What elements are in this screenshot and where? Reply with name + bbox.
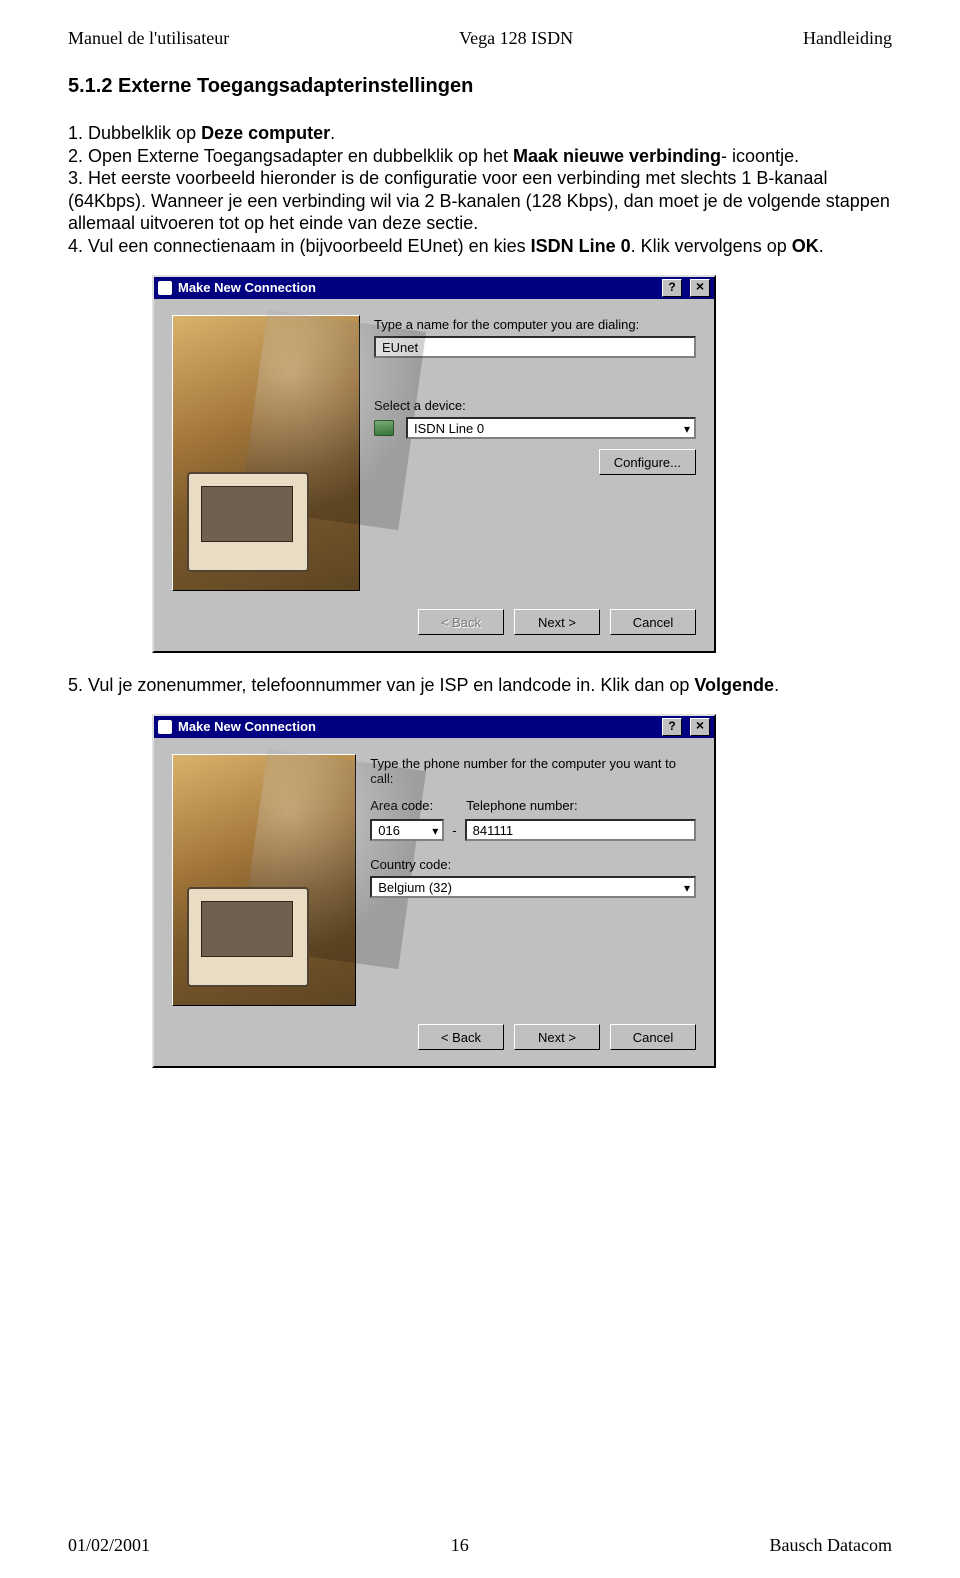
wizard-button-row: < Back Next > Cancel bbox=[154, 597, 714, 651]
doc-header: Manuel de l'utilisateur Vega 128 ISDN Ha… bbox=[68, 28, 892, 49]
dialup-icon bbox=[158, 281, 172, 295]
header-left: Manuel de l'utilisateur bbox=[68, 28, 229, 49]
make-new-connection-dialog-2: Make New Connection ? × Type the phone n… bbox=[152, 714, 716, 1068]
step-num: 4. bbox=[68, 236, 88, 256]
name-label: Type a name for the computer you are dia… bbox=[374, 317, 696, 332]
titlebar[interactable]: Make New Connection ? × bbox=[154, 277, 714, 299]
device-select[interactable]: ISDN Line 0 bbox=[406, 417, 696, 439]
step-2: 2. Open Externe Toegangsadapter en dubbe… bbox=[68, 145, 892, 168]
area-code-select[interactable]: 016 bbox=[370, 819, 444, 841]
country-code-label: Country code: bbox=[370, 857, 696, 872]
step-bold: OK bbox=[792, 236, 819, 256]
step-text: Open Externe Toegangsadapter en dubbelkl… bbox=[88, 146, 513, 166]
step-text: Het eerste voorbeeld hieronder is de con… bbox=[68, 168, 890, 233]
footer-company: Bausch Datacom bbox=[770, 1535, 892, 1556]
step-text: - icoontje. bbox=[721, 146, 799, 166]
dialup-icon bbox=[158, 720, 172, 734]
step-num: 2. bbox=[68, 146, 88, 166]
step-bold: Deze computer bbox=[201, 123, 330, 143]
step-bold: ISDN Line 0 bbox=[531, 236, 631, 256]
help-button[interactable]: ? bbox=[662, 718, 682, 736]
next-button[interactable]: Next > bbox=[514, 609, 600, 635]
step-text: Vul een connectienaam in (bijvoorbeeld E… bbox=[88, 236, 531, 256]
cancel-button[interactable]: Cancel bbox=[610, 1024, 696, 1050]
step-4: 4. Vul een connectienaam in (bijvoorbeel… bbox=[68, 235, 892, 258]
dialog-illustration bbox=[172, 315, 360, 591]
cancel-button[interactable]: Cancel bbox=[610, 609, 696, 635]
step-num: 5. bbox=[68, 675, 88, 695]
step-num: 1. bbox=[68, 123, 88, 143]
back-button: < Back bbox=[418, 609, 504, 635]
close-button[interactable]: × bbox=[690, 279, 710, 297]
configure-button[interactable]: Configure... bbox=[599, 449, 696, 475]
header-center: Vega 128 ISDN bbox=[459, 28, 573, 49]
back-button[interactable]: < Back bbox=[418, 1024, 504, 1050]
instruction-list: 1. Dubbelklik op Deze computer. 2. Open … bbox=[68, 122, 892, 257]
titlebar[interactable]: Make New Connection ? × bbox=[154, 716, 714, 738]
step-5: 5. Vul je zonenummer, telefoonnummer van… bbox=[68, 675, 892, 696]
close-button[interactable]: × bbox=[690, 718, 710, 736]
country-code-select[interactable]: Belgium (32) bbox=[370, 876, 696, 898]
footer-date: 01/02/2001 bbox=[68, 1535, 150, 1556]
window-title: Make New Connection bbox=[178, 277, 316, 299]
step-1: 1. Dubbelklik op Deze computer. bbox=[68, 122, 892, 145]
step-num: 3. bbox=[68, 168, 88, 188]
telephone-input[interactable]: 841111 bbox=[465, 819, 696, 841]
step-text: Dubbelklik op bbox=[88, 123, 201, 143]
footer-page-number: 16 bbox=[451, 1535, 469, 1556]
header-right: Handleiding bbox=[803, 28, 892, 49]
step-text: Vul je zonenummer, telefoonnummer van je… bbox=[88, 675, 694, 695]
step-bold: Maak nieuwe verbinding bbox=[513, 146, 721, 166]
doc-footer: 01/02/2001 16 Bausch Datacom bbox=[68, 1535, 892, 1556]
step-3: 3. Het eerste voorbeeld hieronder is de … bbox=[68, 167, 892, 235]
help-button[interactable]: ? bbox=[662, 279, 682, 297]
wizard-button-row: < Back Next > Cancel bbox=[154, 1012, 714, 1066]
window-title: Make New Connection bbox=[178, 716, 316, 738]
device-label: Select a device: bbox=[374, 398, 696, 413]
step-text: . Klik vervolgens op bbox=[631, 236, 792, 256]
section-title: 5.1.2 Externe Toegangsadapterinstellinge… bbox=[68, 75, 892, 98]
make-new-connection-dialog-1: Make New Connection ? × Type a name for … bbox=[152, 275, 716, 653]
telephone-label: Telephone number: bbox=[466, 798, 696, 813]
step-text: . bbox=[774, 675, 779, 695]
dash: - bbox=[448, 823, 460, 838]
dialog-illustration bbox=[172, 754, 356, 1006]
next-button[interactable]: Next > bbox=[514, 1024, 600, 1050]
step-text: . bbox=[819, 236, 824, 256]
step-text: . bbox=[330, 123, 335, 143]
step-bold: Volgende bbox=[694, 675, 774, 695]
